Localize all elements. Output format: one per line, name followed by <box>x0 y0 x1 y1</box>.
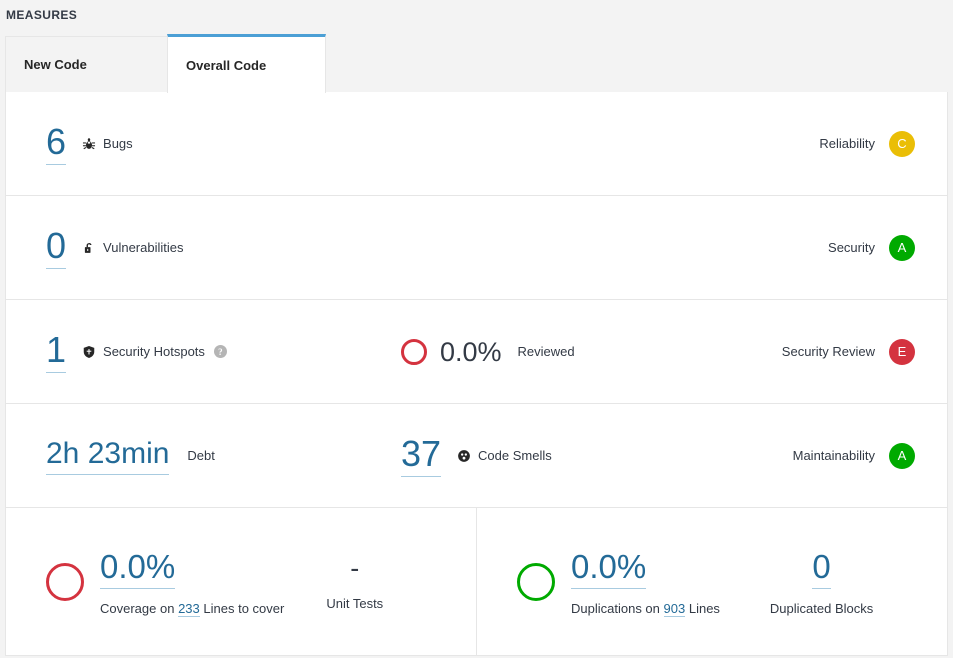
coverage-percent-link[interactable]: 0.0% <box>100 548 176 589</box>
vulnerabilities-label-group: Vulnerabilities <box>82 240 183 255</box>
reliability-rating-group: Reliability C <box>765 130 933 157</box>
security-review-label: Security Review <box>781 344 875 359</box>
maintainability-rating-badge[interactable]: A <box>889 442 915 469</box>
measures-tablist: New Code Overall Code <box>0 33 953 93</box>
bugs-value-link[interactable]: 6 <box>46 122 67 165</box>
coverage-caption-suffix: Lines to cover <box>203 600 285 616</box>
code-smells-label: Code Smells <box>478 448 552 463</box>
code-smells-value-link[interactable]: 37 <box>401 434 442 477</box>
hotspots-reviewed-group: 0.0% Reviewed <box>401 337 765 367</box>
coverage-duplications-section: 0.0% Coverage on 233 Lines to cover - Un… <box>6 508 947 655</box>
maintainability-label: Maintainability <box>792 448 875 463</box>
hotspots-value-link[interactable]: 1 <box>46 330 67 373</box>
reviewed-donut-chart <box>401 338 427 365</box>
duplications-text: 0.0% Duplications on 903 Lines <box>571 548 720 617</box>
debt-measure: 2h 23min Debt <box>6 436 401 475</box>
reviewed-label: Reviewed <box>517 344 575 359</box>
debt-label: Debt <box>187 448 215 463</box>
bug-icon <box>82 137 96 151</box>
duplications-measure: 0.0% Duplications on 903 Lines <box>477 548 720 617</box>
unit-tests-value: - <box>350 553 360 583</box>
hotspots-label: Security Hotspots <box>103 344 205 359</box>
measure-row-maintainability: 2h 23min Debt 37 Code Smells Maintainabi… <box>6 404 947 508</box>
duplications-half: 0.0% Duplications on 903 Lines 0 Duplica… <box>477 508 947 655</box>
unit-tests-measure: - Unit Tests <box>326 552 383 611</box>
coverage-text: 0.0% Coverage on 233 Lines to cover <box>100 548 285 617</box>
measure-row-bugs: 6 Bugs Reliability C <box>6 92 947 196</box>
vulnerabilities-value-link[interactable]: 0 <box>46 226 67 269</box>
duplicated-blocks-measure: 0 Duplicated Blocks <box>770 548 873 616</box>
reliability-rating-badge[interactable]: C <box>889 130 915 157</box>
measures-section: MEASURES New Code Overall Code 6 Bugs Re… <box>0 0 953 658</box>
lines-to-cover-link[interactable]: 233 <box>178 600 200 617</box>
security-rating-group: Security A <box>765 234 933 261</box>
duplications-caption: Duplications on 903 Lines <box>571 600 720 617</box>
coverage-measure: 0.0% Coverage on 233 Lines to cover <box>6 548 285 617</box>
duplications-donut-chart <box>517 562 555 601</box>
duplications-caption-suffix: Lines <box>688 600 720 616</box>
vulnerabilities-measure: 0 Vulnerabilities <box>6 226 401 269</box>
debt-value-link[interactable]: 2h 23min <box>46 436 170 475</box>
hotspots-measure: 1 Security Hotspots ? <box>6 330 401 373</box>
security-label: Security <box>828 240 875 255</box>
open-padlock-icon <box>82 241 96 255</box>
tab-new-code[interactable]: New Code <box>5 36 168 93</box>
bugs-label-group: Bugs <box>82 136 133 151</box>
reliability-label: Reliability <box>819 136 875 151</box>
duplications-percent-link[interactable]: 0.0% <box>571 548 647 589</box>
code-smell-icon <box>457 449 471 463</box>
coverage-donut-chart <box>46 562 84 601</box>
coverage-caption-prefix: Coverage on <box>100 600 175 616</box>
duplications-caption-prefix: Duplications on <box>571 600 660 616</box>
measure-row-security-hotspots: 1 Security Hotspots ? 0.0% Reviewed Secu… <box>6 300 947 404</box>
duplicated-lines-link[interactable]: 903 <box>663 600 686 617</box>
hotspots-label-group: Security Hotspots ? <box>82 344 227 359</box>
security-review-rating-badge[interactable]: E <box>889 338 915 365</box>
duplicated-blocks-label: Duplicated Blocks <box>769 600 874 616</box>
unit-tests-label: Unit Tests <box>326 596 384 611</box>
tab-overall-code-label: Overall Code <box>186 57 267 73</box>
duplicated-blocks-value-link[interactable]: 0 <box>812 548 831 589</box>
help-icon[interactable]: ? <box>213 345 227 358</box>
tab-overall-code[interactable]: Overall Code <box>167 34 326 93</box>
coverage-half: 0.0% Coverage on 233 Lines to cover - Un… <box>6 508 477 655</box>
security-review-rating-group: Security Review E <box>765 338 933 365</box>
code-smells-group: 37 Code Smells <box>401 434 765 477</box>
bugs-label: Bugs <box>103 136 133 151</box>
page-title: MEASURES <box>6 8 78 22</box>
maintainability-rating-group: Maintainability A <box>765 442 933 469</box>
bugs-measure: 6 Bugs <box>6 122 401 165</box>
coverage-caption: Coverage on 233 Lines to cover <box>100 600 285 617</box>
tab-new-code-label: New Code <box>24 57 87 72</box>
security-rating-badge[interactable]: A <box>889 234 915 261</box>
vulnerabilities-label: Vulnerabilities <box>103 240 184 255</box>
measure-row-vulnerabilities: 0 Vulnerabilities Security A <box>6 196 947 300</box>
reviewed-percent: 0.0% <box>440 336 502 367</box>
shield-icon <box>82 345 96 359</box>
measures-panel: 6 Bugs Reliability C 0 Vulnerabilities S… <box>5 92 948 656</box>
code-smells-label-group: Code Smells <box>457 448 552 463</box>
